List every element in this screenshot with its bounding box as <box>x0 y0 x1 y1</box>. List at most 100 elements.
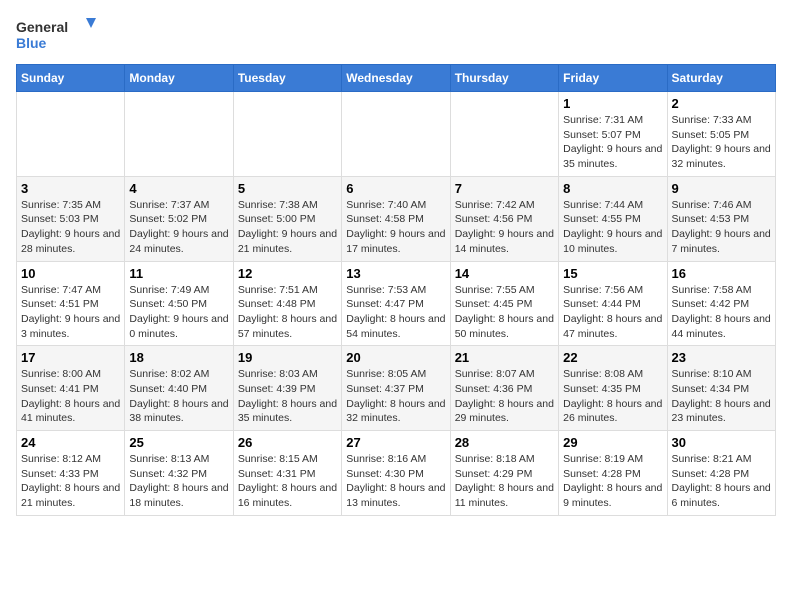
day-number: 2 <box>672 96 771 111</box>
calendar-cell: 26Sunrise: 8:15 AM Sunset: 4:31 PM Dayli… <box>233 431 341 516</box>
day-info: Sunrise: 7:35 AM Sunset: 5:03 PM Dayligh… <box>21 198 120 257</box>
day-number: 6 <box>346 181 445 196</box>
header-sunday: Sunday <box>17 65 125 92</box>
week-row-0: 1 Sunrise: 7:31 AM Sunset: 5:07 PM Daylig… <box>17 92 776 177</box>
calendar-cell: 3 Sunrise: 7:35 AM Sunset: 5:03 PM Daylig… <box>17 176 125 261</box>
day-info: Sunrise: 7:31 AM Sunset: 5:07 PM Dayligh… <box>563 113 662 172</box>
calendar-cell <box>342 92 450 177</box>
day-info: Sunrise: 8:19 AM Sunset: 4:28 PM Dayligh… <box>563 452 662 511</box>
day-info: Sunrise: 8:03 AM Sunset: 4:39 PM Dayligh… <box>238 367 337 426</box>
calendar-cell: 9 Sunrise: 7:46 AM Sunset: 4:53 PM Daylig… <box>667 176 775 261</box>
day-number: 15 <box>563 266 662 281</box>
calendar-cell: 20 Sunrise: 8:05 AM Sunset: 4:37 PM Dayli… <box>342 346 450 431</box>
day-info: Sunrise: 7:47 AM Sunset: 4:51 PM Dayligh… <box>21 283 120 342</box>
calendar-header-row: SundayMondayTuesdayWednesdayThursdayFrid… <box>17 65 776 92</box>
calendar-cell: 10Sunrise: 7:47 AM Sunset: 4:51 PM Dayli… <box>17 261 125 346</box>
header-monday: Monday <box>125 65 233 92</box>
day-number: 8 <box>563 181 662 196</box>
calendar-cell: 30Sunrise: 8:21 AM Sunset: 4:28 PM Dayli… <box>667 431 775 516</box>
calendar-table: SundayMondayTuesdayWednesdayThursdayFrid… <box>16 64 776 516</box>
calendar-cell: 18 Sunrise: 8:02 AM Sunset: 4:40 PM Dayli… <box>125 346 233 431</box>
calendar-cell: 28 Sunrise: 8:18 AM Sunset: 4:29 PM Dayli… <box>450 431 558 516</box>
calendar-cell: 1 Sunrise: 7:31 AM Sunset: 5:07 PM Daylig… <box>559 92 667 177</box>
day-number: 3 <box>21 181 120 196</box>
day-number: 12 <box>238 266 337 281</box>
svg-text:General: General <box>16 19 68 35</box>
day-info: Sunrise: 7:46 AM Sunset: 4:53 PM Dayligh… <box>672 198 771 257</box>
day-number: 18 <box>129 350 228 365</box>
day-info: Sunrise: 7:55 AM Sunset: 4:45 PM Dayligh… <box>455 283 554 342</box>
day-number: 20 <box>346 350 445 365</box>
day-number: 9 <box>672 181 771 196</box>
calendar-cell: 16Sunrise: 7:58 AM Sunset: 4:42 PM Dayli… <box>667 261 775 346</box>
calendar-cell: 11Sunrise: 7:49 AM Sunset: 4:50 PM Dayli… <box>125 261 233 346</box>
calendar-cell: 4Sunrise: 7:37 AM Sunset: 5:02 PM Daylig… <box>125 176 233 261</box>
day-info: Sunrise: 7:37 AM Sunset: 5:02 PM Dayligh… <box>129 198 228 257</box>
day-number: 11 <box>129 266 228 281</box>
header-saturday: Saturday <box>667 65 775 92</box>
day-info: Sunrise: 8:13 AM Sunset: 4:32 PM Dayligh… <box>129 452 228 511</box>
day-number: 13 <box>346 266 445 281</box>
day-number: 19 <box>238 350 337 365</box>
calendar-cell: 7Sunrise: 7:42 AM Sunset: 4:56 PM Daylig… <box>450 176 558 261</box>
calendar-cell <box>17 92 125 177</box>
day-info: Sunrise: 7:56 AM Sunset: 4:44 PM Dayligh… <box>563 283 662 342</box>
day-number: 5 <box>238 181 337 196</box>
day-info: Sunrise: 8:00 AM Sunset: 4:41 PM Dayligh… <box>21 367 120 426</box>
calendar-cell <box>125 92 233 177</box>
week-row-4: 24Sunrise: 8:12 AM Sunset: 4:33 PM Dayli… <box>17 431 776 516</box>
header-tuesday: Tuesday <box>233 65 341 92</box>
calendar-cell: 29 Sunrise: 8:19 AM Sunset: 4:28 PM Dayli… <box>559 431 667 516</box>
day-info: Sunrise: 8:10 AM Sunset: 4:34 PM Dayligh… <box>672 367 771 426</box>
calendar-cell <box>233 92 341 177</box>
day-info: Sunrise: 7:44 AM Sunset: 4:55 PM Dayligh… <box>563 198 662 257</box>
day-info: Sunrise: 7:51 AM Sunset: 4:48 PM Dayligh… <box>238 283 337 342</box>
day-number: 25 <box>129 435 228 450</box>
calendar-cell: 13Sunrise: 7:53 AM Sunset: 4:47 PM Dayli… <box>342 261 450 346</box>
calendar-cell <box>450 92 558 177</box>
day-number: 7 <box>455 181 554 196</box>
day-number: 30 <box>672 435 771 450</box>
day-info: Sunrise: 8:07 AM Sunset: 4:36 PM Dayligh… <box>455 367 554 426</box>
calendar-cell: 14 Sunrise: 7:55 AM Sunset: 4:45 PM Dayli… <box>450 261 558 346</box>
day-info: Sunrise: 8:16 AM Sunset: 4:30 PM Dayligh… <box>346 452 445 511</box>
day-number: 22 <box>563 350 662 365</box>
calendar-body: 1 Sunrise: 7:31 AM Sunset: 5:07 PM Daylig… <box>17 92 776 516</box>
calendar-cell: 2 Sunrise: 7:33 AM Sunset: 5:05 PM Daylig… <box>667 92 775 177</box>
header-wednesday: Wednesday <box>342 65 450 92</box>
day-info: Sunrise: 8:08 AM Sunset: 4:35 PM Dayligh… <box>563 367 662 426</box>
day-number: 1 <box>563 96 662 111</box>
day-info: Sunrise: 8:18 AM Sunset: 4:29 PM Dayligh… <box>455 452 554 511</box>
svg-text:Blue: Blue <box>16 35 47 51</box>
day-number: 29 <box>563 435 662 450</box>
calendar-cell: 25 Sunrise: 8:13 AM Sunset: 4:32 PM Dayli… <box>125 431 233 516</box>
calendar-cell: 24Sunrise: 8:12 AM Sunset: 4:33 PM Dayli… <box>17 431 125 516</box>
day-info: Sunrise: 8:12 AM Sunset: 4:33 PM Dayligh… <box>21 452 120 511</box>
day-number: 21 <box>455 350 554 365</box>
calendar-cell: 22 Sunrise: 8:08 AM Sunset: 4:35 PM Dayli… <box>559 346 667 431</box>
header-thursday: Thursday <box>450 65 558 92</box>
day-info: Sunrise: 8:15 AM Sunset: 4:31 PM Dayligh… <box>238 452 337 511</box>
day-number: 27 <box>346 435 445 450</box>
day-number: 28 <box>455 435 554 450</box>
generalblue-logo: General Blue <box>16 16 96 56</box>
header-friday: Friday <box>559 65 667 92</box>
day-number: 23 <box>672 350 771 365</box>
calendar-cell: 5 Sunrise: 7:38 AM Sunset: 5:00 PM Daylig… <box>233 176 341 261</box>
calendar-cell: 6 Sunrise: 7:40 AM Sunset: 4:58 PM Daylig… <box>342 176 450 261</box>
day-info: Sunrise: 7:33 AM Sunset: 5:05 PM Dayligh… <box>672 113 771 172</box>
calendar-cell: 27 Sunrise: 8:16 AM Sunset: 4:30 PM Dayli… <box>342 431 450 516</box>
day-number: 17 <box>21 350 120 365</box>
day-number: 16 <box>672 266 771 281</box>
day-number: 14 <box>455 266 554 281</box>
calendar-cell: 19 Sunrise: 8:03 AM Sunset: 4:39 PM Dayli… <box>233 346 341 431</box>
week-row-1: 3 Sunrise: 7:35 AM Sunset: 5:03 PM Daylig… <box>17 176 776 261</box>
calendar-cell: 12 Sunrise: 7:51 AM Sunset: 4:48 PM Dayli… <box>233 261 341 346</box>
day-info: Sunrise: 8:02 AM Sunset: 4:40 PM Dayligh… <box>129 367 228 426</box>
day-info: Sunrise: 7:40 AM Sunset: 4:58 PM Dayligh… <box>346 198 445 257</box>
page-header: General Blue <box>16 16 776 56</box>
week-row-3: 17 Sunrise: 8:00 AM Sunset: 4:41 PM Dayli… <box>17 346 776 431</box>
calendar-cell: 23 Sunrise: 8:10 AM Sunset: 4:34 PM Dayli… <box>667 346 775 431</box>
day-info: Sunrise: 7:38 AM Sunset: 5:00 PM Dayligh… <box>238 198 337 257</box>
day-info: Sunrise: 8:05 AM Sunset: 4:37 PM Dayligh… <box>346 367 445 426</box>
